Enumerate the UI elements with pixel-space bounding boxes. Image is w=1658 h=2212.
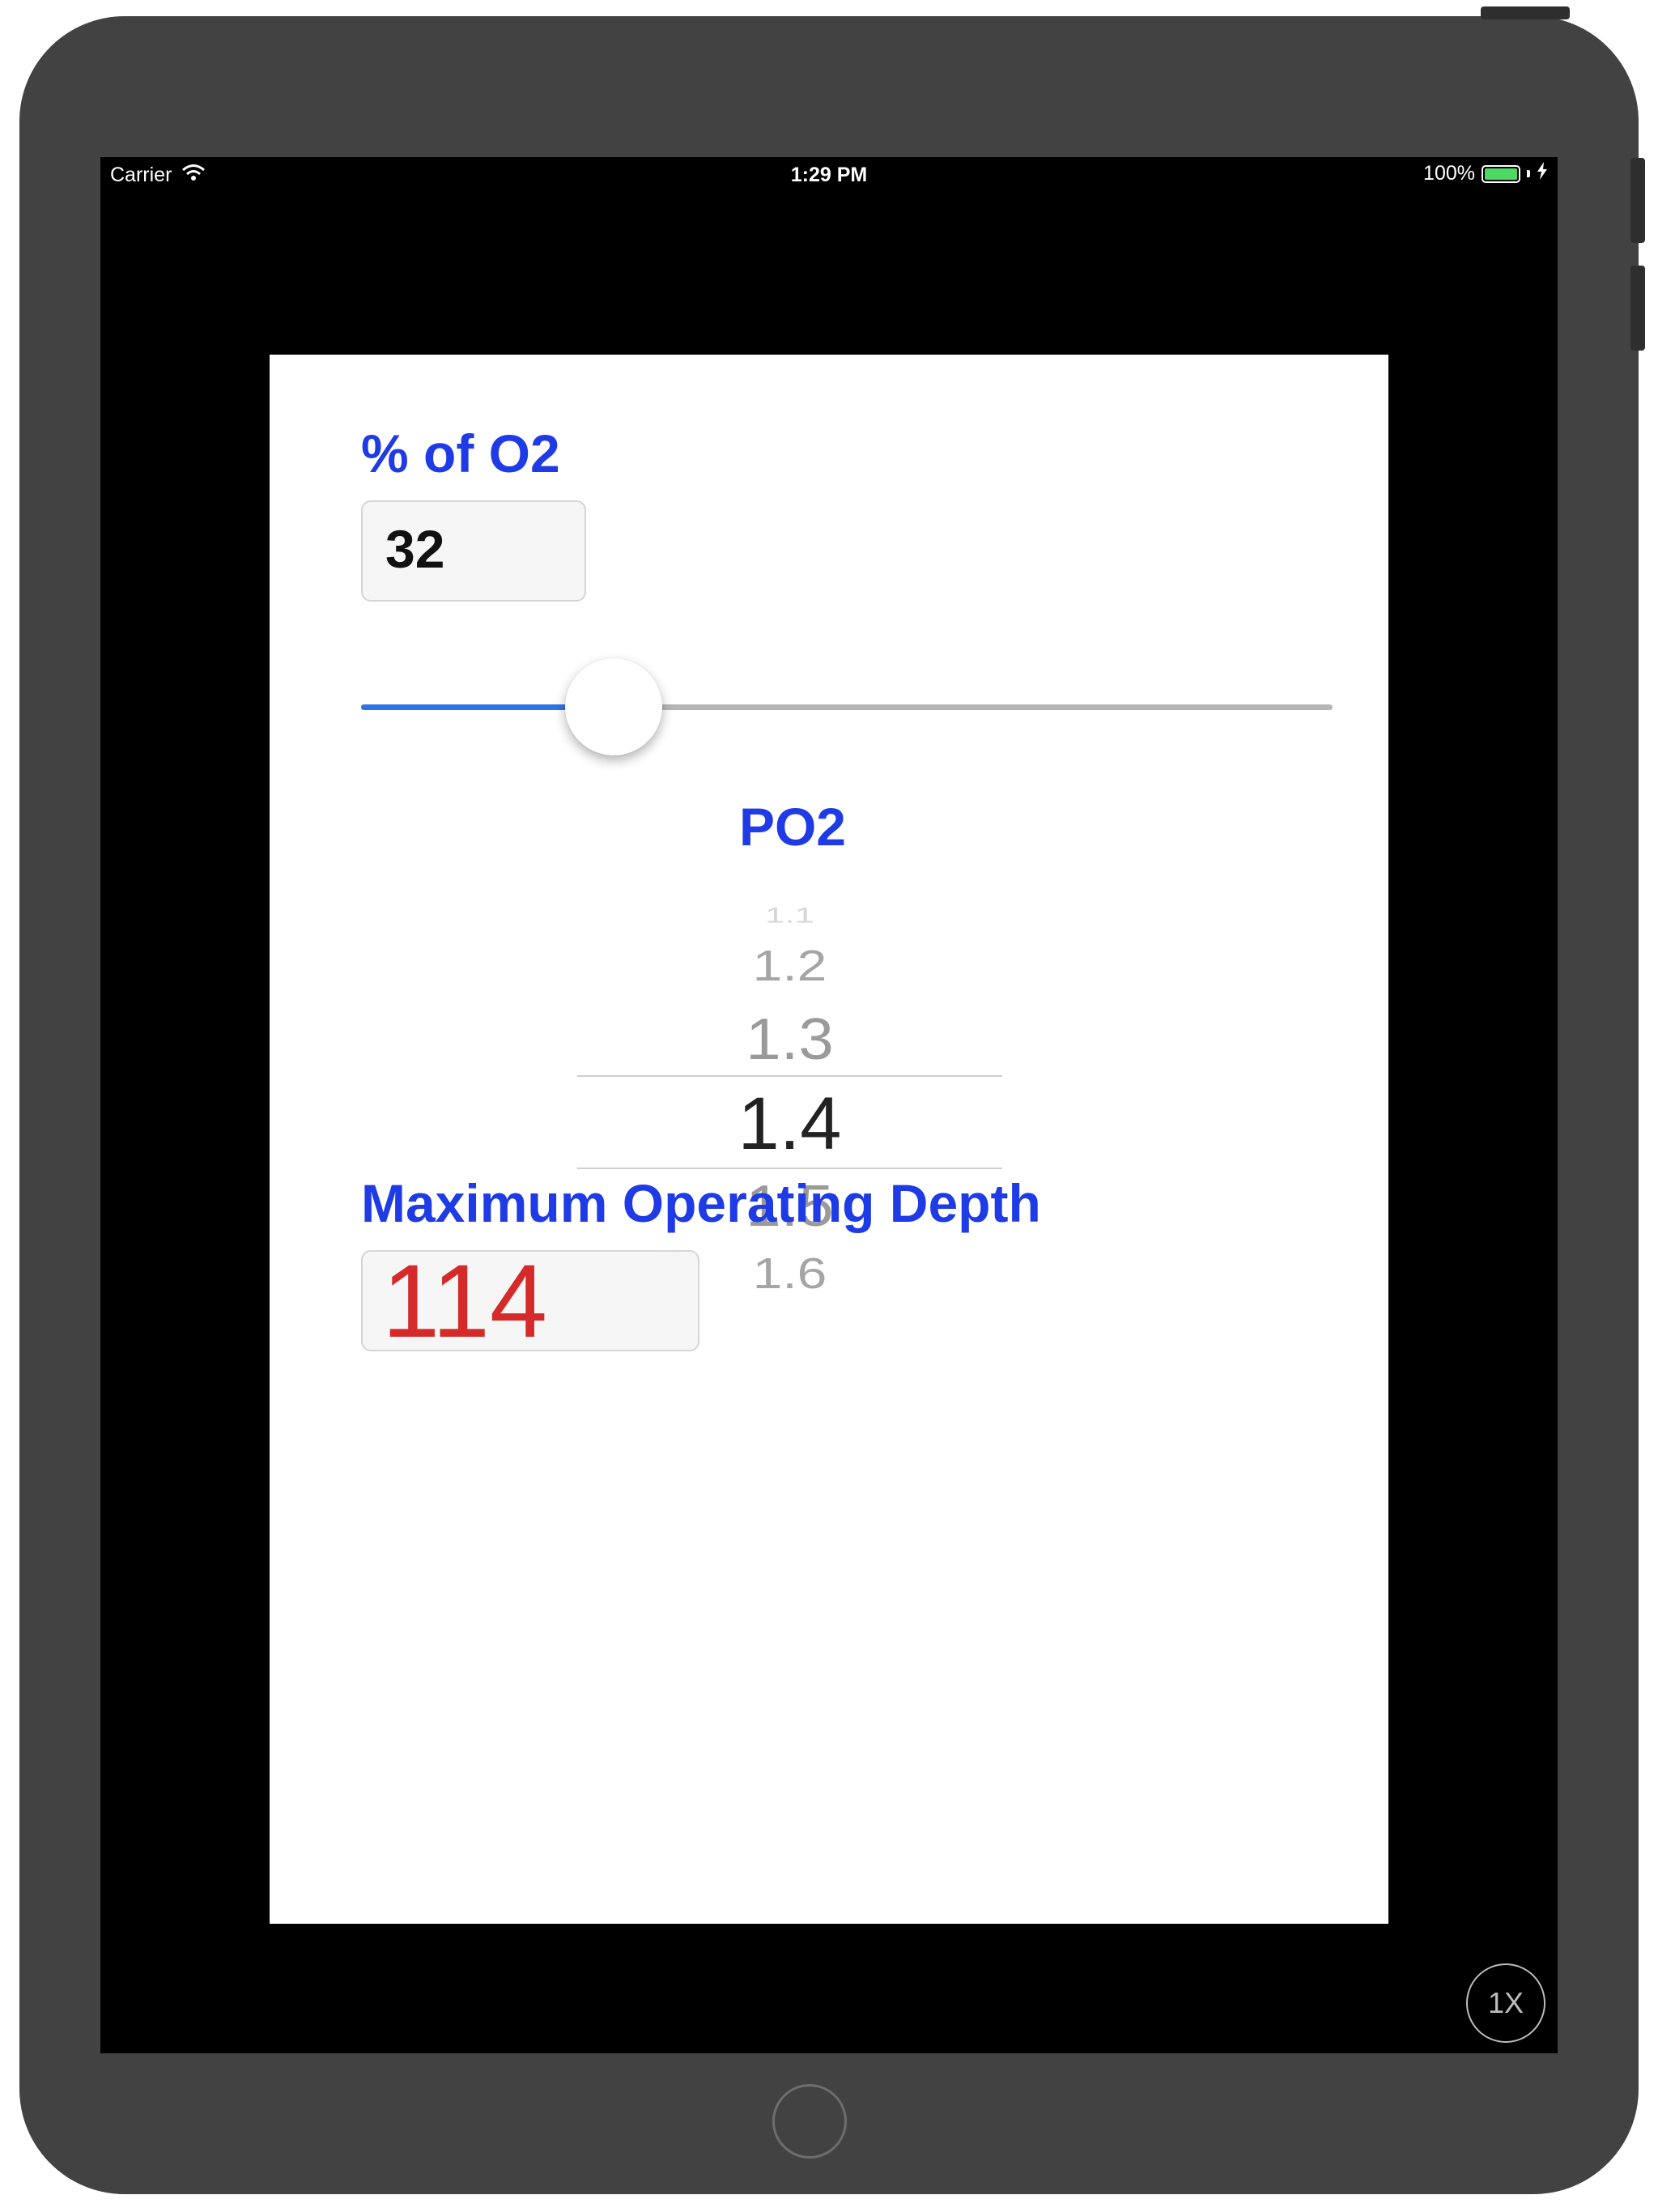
po2-picker[interactable]: 1.1 1.2 1.3 1.4 1.5 1.6 xyxy=(577,889,1002,1310)
o2-slider[interactable] xyxy=(361,658,1333,755)
picker-option[interactable]: 1.3 xyxy=(577,1005,1002,1074)
o2-percent-field[interactable]: 32 xyxy=(361,500,586,602)
charging-bolt-icon xyxy=(1537,162,1548,185)
o2-percent-label: % of O2 xyxy=(361,423,560,483)
battery-percent: 100% xyxy=(1423,162,1475,185)
slider-thumb[interactable] xyxy=(565,658,662,755)
picker-option[interactable]: 1.2 xyxy=(577,940,1002,990)
picker-selection-top-line xyxy=(577,1075,1002,1077)
power-button xyxy=(1481,6,1570,19)
mod-value-field: 114 xyxy=(361,1250,699,1354)
picker-option-selected[interactable]: 1.4 xyxy=(577,1082,1002,1167)
volume-up-button xyxy=(1630,158,1645,243)
picker-option[interactable]: 1.1 xyxy=(577,904,1002,928)
mod-label: Maximum Operating Depth xyxy=(361,1173,1041,1233)
status-time: 1:29 PM xyxy=(790,164,868,186)
battery-fill xyxy=(1485,168,1517,180)
status-bar: Carrier 1:29 PM 100% xyxy=(100,157,1558,189)
home-button[interactable] xyxy=(772,2084,847,2159)
battery-icon xyxy=(1482,164,1520,183)
app-view: % of O2 32 PO2 1.1 1.2 1.3 1.4 1.5 1.6 M… xyxy=(270,355,1388,1924)
battery-cap xyxy=(1527,170,1530,177)
volume-down-button xyxy=(1630,266,1645,351)
zoom-button[interactable]: 1X xyxy=(1466,1963,1545,2043)
picker-selection-bottom-line xyxy=(577,1168,1002,1169)
po2-label: PO2 xyxy=(738,797,847,857)
status-right: 100% xyxy=(1423,162,1548,185)
device-screen: Carrier 1:29 PM 100% % of O2 32 PO2 1.1 … xyxy=(100,157,1558,2053)
